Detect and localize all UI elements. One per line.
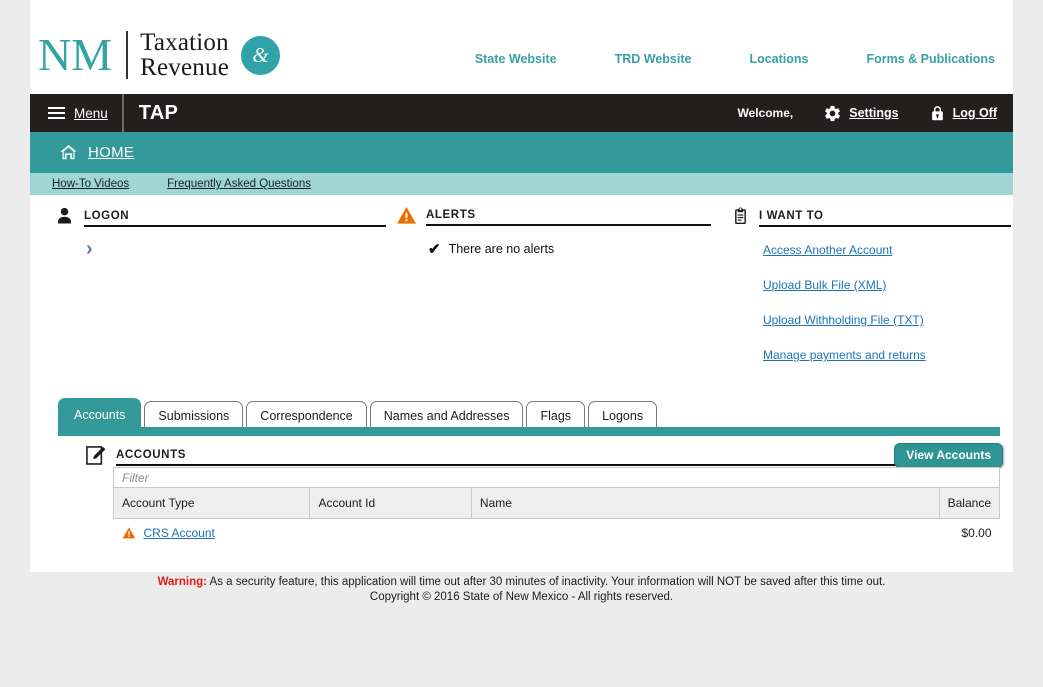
- logo-line-taxation: Taxation: [140, 29, 229, 56]
- accounts-section-header: ACCOUNTS: [85, 445, 1000, 466]
- account-id-value: [318, 527, 378, 537]
- clipboard-icon: [731, 205, 750, 227]
- gear-icon: [823, 104, 842, 123]
- logo-nm-text: NM: [38, 29, 113, 80]
- nav-forms-publications[interactable]: Forms & Publications: [867, 52, 996, 66]
- cell-account-id: [309, 518, 472, 547]
- edit-square-icon: [85, 445, 106, 466]
- panel-logon: LOGON ›: [54, 195, 386, 383]
- page-footer: Warning: As a security feature, this app…: [0, 575, 1043, 605]
- footer-copyright: Copyright © 2016 State of New Mexico - A…: [369, 591, 674, 603]
- page-root: NM Taxation Revenue & State Website TRD …: [0, 0, 1043, 687]
- footer-warning-text: As a security feature, this application …: [207, 576, 886, 588]
- table-row[interactable]: CRS Account $0.00: [113, 518, 1000, 547]
- accounts-header-row: Account Type Account Id Name Balance: [112, 487, 1001, 519]
- accounts-filter-input[interactable]: Filter: [113, 467, 1000, 487]
- panel-alerts: ALERTS ✔ There are no alerts: [396, 195, 711, 383]
- tab-correspondence[interactable]: Correspondence: [246, 401, 367, 430]
- ampersand-badge: &: [241, 35, 280, 75]
- col-account-id[interactable]: Account Id: [309, 487, 472, 519]
- accounts-filter-placeholder: Filter: [122, 471, 149, 485]
- cell-name: [471, 518, 940, 547]
- settings-link[interactable]: Settings: [823, 104, 899, 123]
- panel-logon-header: LOGON: [54, 195, 386, 227]
- home-breadcrumb-bar: HOME: [30, 132, 1013, 173]
- cell-balance: $0.00: [939, 518, 1000, 547]
- tab-strip-underline: [58, 427, 1000, 436]
- logo-line-revenue: Revenue: [140, 54, 229, 81]
- welcome-text: Welcome,: [737, 106, 794, 120]
- footer-warning-line: Warning: As a security feature, this app…: [0, 575, 1043, 590]
- no-alerts-row: ✔ There are no alerts: [428, 240, 711, 258]
- menu-bar-right: Welcome, Settings Log Off: [737, 104, 1013, 123]
- panel-alerts-body: ✔ There are no alerts: [396, 226, 711, 258]
- nav-trd-website[interactable]: TRD Website: [615, 52, 692, 66]
- logo-divider: [126, 31, 129, 79]
- home-icon: [58, 143, 79, 162]
- panel-i-want-to-title: I WANT TO: [759, 210, 1011, 227]
- check-icon: ✔: [428, 241, 441, 258]
- hamburger-icon: [48, 104, 65, 122]
- settings-label: Settings: [849, 106, 899, 120]
- view-accounts-button[interactable]: View Accounts: [894, 443, 1003, 468]
- logoff-label: Log Off: [952, 106, 997, 120]
- account-tabs: Accounts Submissions Correspondence Name…: [58, 397, 658, 430]
- logoff-link[interactable]: Log Off: [929, 104, 997, 123]
- col-account-type[interactable]: Account Type: [112, 487, 311, 519]
- dashboard-panels: LOGON › ALERTS ✔ There are no alerts I W…: [30, 195, 1013, 383]
- cell-account-type: CRS Account: [113, 518, 310, 547]
- link-access-another-account[interactable]: Access Another Account: [763, 243, 1011, 257]
- accounts-table-head: Account Type Account Id Name Balance: [112, 487, 1001, 519]
- col-name[interactable]: Name: [470, 487, 940, 519]
- link-crs-account[interactable]: CRS Account: [144, 526, 215, 540]
- alert-triangle-icon: [396, 205, 417, 226]
- footer-warning-label: Warning:: [157, 576, 207, 588]
- app-title: TAP: [138, 101, 179, 124]
- col-balance[interactable]: Balance: [938, 487, 1001, 519]
- tab-names-and-addresses[interactable]: Names and Addresses: [369, 401, 524, 430]
- accounts-table: Account Type Account Id Name Balance CRS…: [112, 487, 1001, 547]
- tab-accounts[interactable]: Accounts: [58, 398, 142, 430]
- lock-icon: [929, 104, 946, 123]
- nav-locations[interactable]: Locations: [749, 52, 808, 66]
- panel-alerts-title: ALERTS: [426, 209, 711, 226]
- top-navigation: State Website TRD Website Locations Form…: [475, 52, 995, 66]
- site-header: NM Taxation Revenue & State Website TRD …: [30, 0, 1013, 94]
- accounts-title: ACCOUNTS: [116, 449, 1000, 466]
- panel-i-want-to-header: I WANT TO: [731, 195, 1011, 227]
- accounts-table-body: CRS Account $0.00: [113, 518, 1000, 547]
- panel-logon-title: LOGON: [84, 210, 386, 227]
- menu-button-label: Menu: [74, 105, 108, 121]
- nav-state-website[interactable]: State Website: [475, 52, 557, 66]
- panel-logon-body: ›: [54, 227, 386, 260]
- panel-i-want-to: I WANT TO Access Another Account Upload …: [731, 195, 1011, 383]
- panel-alerts-header: ALERTS: [396, 195, 711, 226]
- menu-button[interactable]: Menu: [30, 94, 122, 132]
- sub-navigation-bar: How-To Videos Frequently Asked Questions: [30, 173, 1013, 195]
- row-alert-triangle-icon: [122, 526, 136, 540]
- link-manage-payments-returns[interactable]: Manage payments and returns: [763, 348, 1011, 362]
- no-alerts-message: There are no alerts: [448, 242, 555, 256]
- i-want-to-links: Access Another Account Upload Bulk File …: [731, 227, 1011, 362]
- tab-logons[interactable]: Logons: [588, 401, 658, 430]
- tab-flags[interactable]: Flags: [526, 401, 586, 430]
- home-link[interactable]: HOME: [88, 144, 134, 161]
- tab-submissions[interactable]: Submissions: [144, 401, 244, 430]
- content-card: LOGON › ALERTS ✔ There are no alerts I W…: [30, 195, 1013, 572]
- link-upload-bulk-file[interactable]: Upload Bulk File (XML): [763, 278, 1011, 292]
- link-how-to-videos[interactable]: How-To Videos: [52, 178, 129, 190]
- logon-expand-chevron-icon[interactable]: ›: [86, 238, 93, 260]
- person-icon: [54, 205, 75, 227]
- logo-wordmark: Taxation Revenue: [140, 30, 229, 80]
- link-faq[interactable]: Frequently Asked Questions: [167, 178, 311, 190]
- site-logo[interactable]: NM Taxation Revenue &: [38, 30, 280, 80]
- app-menu-bar: Menu TAP Welcome, Settings Log Off: [30, 94, 1013, 132]
- link-upload-withholding-file[interactable]: Upload Withholding File (TXT): [763, 313, 1011, 327]
